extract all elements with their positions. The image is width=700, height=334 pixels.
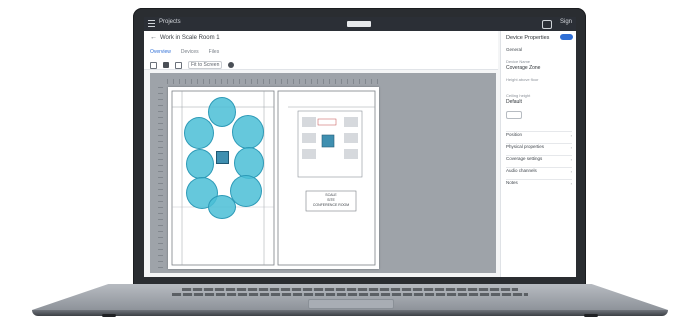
laptop-foot [584,314,598,317]
menu-icon[interactable] [148,20,155,27]
tab-overview[interactable]: Overview [150,49,171,55]
laptop-screen: Projects Sign ← Work in Scale Room 1 Ove… [144,17,576,277]
height-label: Height above floor [506,77,539,82]
page-title: Work in Scale Room 1 [160,35,220,41]
editor-toolbar: Fit to Screen [150,61,235,69]
layers-tool-icon[interactable] [175,61,182,69]
title-stamp: SCALE SITE CONFERENCE ROOM [306,193,356,208]
chevron-right-icon: › [570,169,572,174]
coverage-zone[interactable] [232,115,264,149]
chevron-right-icon: › [570,181,572,186]
notification-icon[interactable] [542,20,552,29]
panel-row-physical[interactable]: Physical properties › [506,143,572,152]
panel-title: Device Properties [506,35,550,41]
panel-row-coverage[interactable]: Coverage settings › [506,155,572,164]
coverage-zone[interactable] [234,147,264,179]
account-menu[interactable]: Sign [560,19,572,25]
panel-row-notes[interactable]: Notes › [506,179,572,188]
brand-logo [347,21,371,27]
tab-files[interactable]: Files [209,49,220,55]
floorplan-canvas[interactable]: SCALE SITE CONFERENCE ROOM [150,73,496,273]
editor-header: ← Work in Scale Room 1 Overview Devices … [144,31,498,70]
ceiling-height-label: Ceiling height [506,93,531,98]
chevron-right-icon: › [570,145,572,150]
floorplan-sheet: SCALE SITE CONFERENCE ROOM [168,87,379,269]
device-name-field[interactable]: Coverage Zone [506,65,540,71]
vertical-ruler [158,87,163,269]
apply-button[interactable] [560,34,573,40]
section-general[interactable]: General [506,47,522,52]
ceiling-microphone-device[interactable] [216,151,229,164]
grid-tool-icon[interactable] [163,62,169,68]
ceiling-height-field[interactable]: Default [506,99,522,105]
fit-to-screen-button[interactable]: Fit to Screen [188,61,223,69]
chevron-right-icon: › [570,133,572,138]
edit-button[interactable] [506,111,522,119]
stamp-line-3: CONFERENCE ROOM [312,203,350,207]
coverage-zone[interactable] [186,149,214,179]
coverage-zone[interactable] [208,195,236,219]
laptop-base [32,284,668,318]
select-tool-icon[interactable] [150,61,157,69]
device-tool-icon[interactable] [228,62,235,68]
chevron-right-icon: › [570,157,572,162]
app-title: Projects [159,19,181,25]
keyboard-row [172,293,528,296]
back-arrow-icon[interactable]: ← [150,34,157,41]
editor-tabs: Overview Devices Files [150,49,219,55]
trackpad [308,299,394,309]
keyboard-row [182,288,518,291]
laptop-foot [102,314,116,317]
horizontal-ruler [167,79,382,84]
app-header: Projects Sign [144,17,576,31]
tab-devices[interactable]: Devices [181,49,199,55]
device-properties-panel: Device Properties General Device Name Co… [500,31,576,277]
panel-row-position[interactable]: Position › [506,131,572,140]
laptop-base-edge [32,310,668,316]
device-name-label: Device Name [506,59,531,64]
panel-row-audio[interactable]: Audio channels › [506,167,572,176]
coverage-zone[interactable] [208,97,236,127]
coverage-zone[interactable] [184,117,214,149]
